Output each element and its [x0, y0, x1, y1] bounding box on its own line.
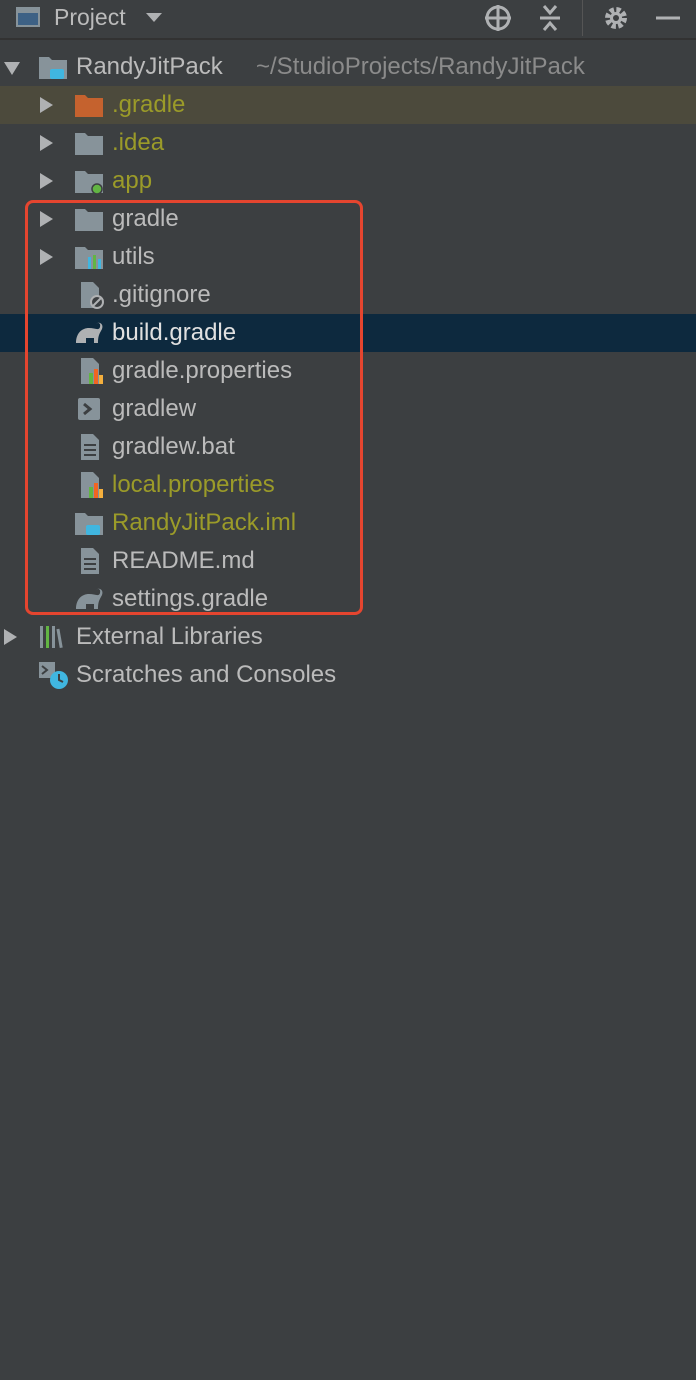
tree-item-dot-gradle[interactable]: .gradle — [0, 86, 696, 124]
tree-item-label: .idea — [112, 129, 165, 156]
highlight-box — [25, 200, 363, 615]
folder-icon — [75, 133, 103, 155]
chevron-right-icon[interactable] — [40, 135, 53, 151]
tree-item-label: External Libraries — [76, 623, 263, 650]
view-mode-chevron-down-icon[interactable] — [146, 13, 162, 22]
project-icon — [16, 7, 40, 27]
tree-item-label: app — [112, 167, 153, 194]
tree-item-app[interactable]: app — [0, 162, 696, 200]
project-root-name: RandyJitPack — [76, 53, 223, 80]
tree-item-scratches[interactable]: Scratches and Consoles — [0, 656, 696, 694]
scratches-console-icon — [39, 662, 68, 689]
tree-root-row[interactable]: RandyJitPack ~/StudioProjects/RandyJitPa… — [0, 48, 696, 86]
toolbar-separator — [582, 0, 583, 36]
module-folder-icon — [39, 57, 67, 79]
library-icon — [40, 626, 63, 649]
minimize-icon[interactable] — [652, 3, 684, 33]
chevron-right-icon[interactable] — [40, 97, 53, 113]
project-root-path: ~/StudioProjects/RandyJitPack — [256, 53, 585, 80]
chevron-right-icon[interactable] — [40, 173, 53, 189]
gear-icon[interactable] — [600, 3, 632, 33]
tree-item-external-libraries[interactable]: External Libraries — [0, 618, 696, 656]
tree-item-label: Scratches and Consoles — [76, 661, 337, 688]
chevron-down-icon[interactable] — [4, 62, 20, 75]
android-module-folder-icon — [75, 171, 103, 195]
tree-item-label: .gradle — [112, 91, 186, 118]
locate-icon[interactable] — [482, 3, 514, 33]
project-tool-window-header: Project — [0, 0, 696, 40]
tree-item-dot-idea[interactable]: .idea — [0, 124, 696, 162]
excluded-folder-icon — [75, 95, 103, 117]
tool-window-title[interactable]: Project — [54, 4, 126, 31]
collapse-all-icon[interactable] — [534, 3, 566, 33]
chevron-right-icon[interactable] — [4, 629, 17, 645]
